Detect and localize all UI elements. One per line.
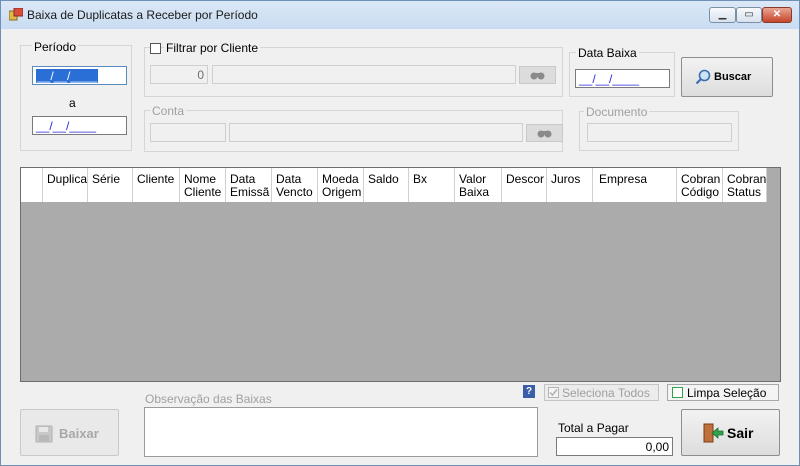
periodo-to-field[interactable]: __/__/____ <box>32 116 127 135</box>
col-cobranca-codigo[interactable]: Cobran Código <box>677 168 723 202</box>
col-cobranca-status[interactable]: Cobran Status <box>723 168 767 202</box>
col-cliente[interactable]: Cliente <box>133 168 180 202</box>
conta-name-field[interactable] <box>229 123 523 142</box>
conta-code-field[interactable] <box>150 123 226 142</box>
total-pagar-field: 0,00 <box>556 437 673 456</box>
grid-header: Duplica Série Cliente Nome Cliente Data … <box>21 168 767 202</box>
cliente-name-field[interactable] <box>212 65 516 84</box>
minimize-icon: ▁ <box>718 9 727 20</box>
grid-row-header <box>21 168 43 202</box>
seleciona-todos-label: Seleciona Todos <box>562 386 650 400</box>
seleciona-todos-button[interactable]: Seleciona Todos <box>544 384 659 401</box>
periodo-from-field[interactable]: __/__/____ <box>32 66 127 85</box>
buscar-button[interactable]: Buscar <box>681 57 773 97</box>
sair-label: Sair <box>727 425 754 441</box>
limpa-selecao-box-icon <box>672 387 683 398</box>
buscar-label: Buscar <box>714 71 752 83</box>
documento-field[interactable] <box>587 123 732 142</box>
col-bx[interactable]: Bx <box>409 168 455 202</box>
help-icon[interactable]: ? <box>523 385 535 398</box>
observacao-field[interactable] <box>144 407 538 457</box>
total-pagar-label: Total a Pagar <box>558 421 629 435</box>
seleciona-todos-check-icon <box>548 387 559 398</box>
conta-search-button[interactable] <box>526 124 563 142</box>
baixar-button[interactable]: Baixar <box>20 409 119 456</box>
periodo-label: Período <box>32 40 79 54</box>
window-title: Baixa de Duplicatas a Receber por Períod… <box>27 8 258 22</box>
limpa-selecao-label: Limpa Seleção <box>687 386 767 400</box>
cliente-search-button[interactable] <box>519 66 556 84</box>
grid-vertical-scrollbar[interactable] <box>767 168 780 381</box>
maximize-icon: ▭ <box>744 9 754 20</box>
magnifier-icon <box>695 69 711 85</box>
conta-label: Conta <box>150 104 187 118</box>
col-duplicata[interactable]: Duplica <box>43 168 88 202</box>
data-baixa-field[interactable]: __/__/____ <box>575 69 670 88</box>
col-juros[interactable]: Juros <box>547 168 593 202</box>
app-icon <box>9 8 23 21</box>
minimize-button[interactable]: ▁ <box>709 7 736 23</box>
sair-button[interactable]: Sair <box>681 409 780 456</box>
col-empresa[interactable]: Empresa <box>593 168 677 202</box>
observacao-label: Observação das Baixas <box>145 392 272 406</box>
title-bar[interactable]: Baixa de Duplicatas a Receber por Períod… <box>1 1 799 29</box>
col-nome-cliente[interactable]: Nome Cliente <box>180 168 226 202</box>
duplicatas-grid[interactable]: Duplica Série Cliente Nome Cliente Data … <box>20 167 781 382</box>
col-valor-baixa[interactable]: Valor Baixa <box>455 168 502 202</box>
binoculars-icon <box>530 72 545 80</box>
col-data-vencto[interactable]: Data Vencto <box>272 168 318 202</box>
baixar-label: Baixar <box>59 426 99 441</box>
periodo-separator: a <box>69 96 76 110</box>
cliente-code-field[interactable]: 0 <box>150 65 208 84</box>
close-button[interactable]: ✕ <box>762 7 792 23</box>
filtrar-cliente-checkbox[interactable] <box>150 43 161 54</box>
main-window: Baixa de Duplicatas a Receber por Períod… <box>0 0 800 466</box>
floppy-disk-icon <box>35 425 53 443</box>
limpa-selecao-button[interactable]: Limpa Seleção <box>667 384 779 401</box>
exit-door-icon <box>703 423 724 443</box>
close-icon: ✕ <box>772 9 782 20</box>
col-data-emissao[interactable]: Data Emissã <box>226 168 272 202</box>
maximize-button[interactable]: ▭ <box>736 7 762 23</box>
col-serie[interactable]: Série <box>88 168 133 202</box>
data-baixa-label: Data Baixa <box>576 46 639 60</box>
col-saldo[interactable]: Saldo <box>364 168 409 202</box>
col-desconto[interactable]: Descor <box>502 168 547 202</box>
documento-label: Documento <box>584 105 650 119</box>
filtrar-cliente-label[interactable]: Filtrar por Cliente <box>164 41 261 55</box>
periodo-group <box>20 45 132 151</box>
binoculars-icon <box>537 130 552 138</box>
col-moeda-origem[interactable]: Moeda Origem <box>318 168 364 202</box>
